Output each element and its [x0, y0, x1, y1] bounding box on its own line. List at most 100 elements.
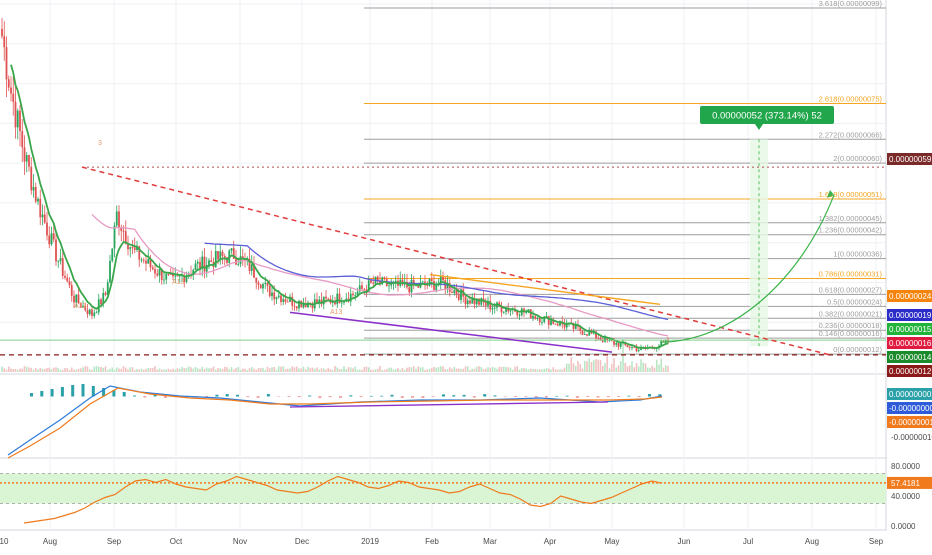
time-axis-label: May: [604, 537, 619, 546]
candle-body: [361, 285, 363, 290]
volume-bar: [437, 366, 440, 372]
candle-body: [433, 281, 435, 291]
macd-histogram-bar: [339, 396, 342, 398]
volume-bar: [430, 367, 433, 372]
volume-bar: [82, 367, 84, 372]
volume-bar: [241, 368, 244, 372]
volume-bar: [448, 367, 451, 372]
candle-body: [165, 273, 168, 280]
candle-body: [50, 233, 53, 245]
macd-histogram-bar: [287, 396, 291, 397]
volume-bar: [633, 367, 636, 372]
candle-body: [619, 343, 622, 347]
rsi-axis-label: 40.0000: [891, 492, 920, 501]
candle-body: [7, 79, 10, 88]
fib-level-label: 1.382(0.00000045): [819, 214, 883, 223]
axes: 0.000001000.000000900.000000800.00000070…: [0, 0, 932, 550]
candle-body: [30, 166, 33, 191]
candle-body: [147, 259, 150, 264]
volume-bar: [606, 356, 609, 372]
candle-body: [16, 110, 19, 128]
volume-bar: [289, 368, 291, 372]
fib-level-label: 0.618(0.00000027): [819, 285, 883, 294]
volume-bar: [631, 361, 633, 372]
volume-bar: [379, 366, 381, 372]
candle-body: [453, 290, 456, 293]
volume-bar: [302, 366, 305, 372]
volume-bar: [370, 369, 372, 372]
macd-histogram-bar: [349, 395, 353, 397]
volume-bar: [563, 367, 566, 372]
volume-bar: [311, 367, 314, 372]
price-badge-text: 0.00000014: [889, 353, 932, 362]
volume-bar: [604, 363, 606, 372]
macd-axis-label: -0.00000010: [891, 433, 932, 442]
volume-bar: [145, 368, 147, 372]
macd-histogram-bar: [133, 395, 136, 397]
volume-bar: [642, 362, 645, 372]
candle-body: [158, 269, 161, 276]
volume-bar: [181, 366, 183, 372]
volume-bar: [568, 363, 570, 372]
volume-bar: [365, 366, 368, 372]
volume-bar: [541, 369, 543, 372]
volume-bar: [43, 369, 46, 372]
candle-body: [174, 275, 177, 277]
fib-level-label: 1.618(0.00000051): [819, 190, 883, 199]
macd-line: [7, 385, 663, 456]
macd-histogram-bar: [215, 394, 219, 397]
volume-bar: [10, 368, 12, 372]
volume-bar: [583, 360, 586, 372]
volume-bar: [149, 367, 152, 372]
volume-bar: [32, 369, 35, 372]
volume-bar: [255, 369, 258, 372]
rsi-axis-label: 80.0000: [891, 462, 920, 471]
volume-bar: [329, 369, 332, 372]
macd-histogram-bar: [545, 396, 548, 398]
volume-bar: [138, 369, 141, 372]
macd-histogram-bar: [493, 395, 497, 397]
volume-bar: [122, 366, 125, 372]
candle-body: [230, 248, 233, 251]
candle-body: [464, 296, 467, 305]
candle-body: [118, 211, 120, 228]
volume-bar: [469, 369, 471, 372]
volume-bar: [291, 366, 294, 372]
macd-histogram-bar: [40, 391, 44, 397]
volume-bar: [547, 368, 550, 372]
candle-body: [532, 316, 534, 319]
volume-bar: [23, 366, 26, 372]
candle-body: [372, 282, 375, 284]
price-badge-text: 0.00000024: [889, 292, 932, 301]
time-axis-label: Sep: [869, 537, 884, 546]
volume-bar: [579, 364, 582, 372]
ma-blue-line: [204, 242, 669, 321]
macd-histogram-bar: [442, 394, 445, 397]
volume-bar: [136, 369, 138, 372]
macd-histogram-bar: [163, 396, 167, 398]
candle-body: [597, 337, 600, 339]
volume-bar: [19, 368, 21, 372]
macd-histogram-bar: [431, 396, 435, 397]
volume-bar: [419, 367, 422, 372]
macd-histogram-bar: [122, 392, 126, 397]
volume-bar: [203, 368, 206, 372]
chart-annotation: A13: [74, 303, 87, 310]
candle-body: [61, 258, 64, 276]
candle-body: [534, 316, 537, 319]
volume-bar: [282, 366, 285, 372]
volume-bar: [338, 369, 341, 372]
candle-body: [75, 294, 78, 303]
volume-bar: [543, 368, 546, 372]
candle-body: [156, 273, 159, 276]
volume-bar: [250, 367, 253, 372]
volume-bar: [172, 368, 174, 372]
candle-body: [273, 292, 276, 300]
volume-bar: [277, 366, 280, 372]
macd-histogram-bar: [50, 389, 54, 397]
candle-body: [277, 295, 280, 298]
candle-body: [469, 300, 471, 304]
fib-level-label: 0.786(0.00000031): [819, 270, 883, 279]
volume-bar: [453, 366, 456, 372]
macd-histogram-bar: [514, 396, 518, 398]
